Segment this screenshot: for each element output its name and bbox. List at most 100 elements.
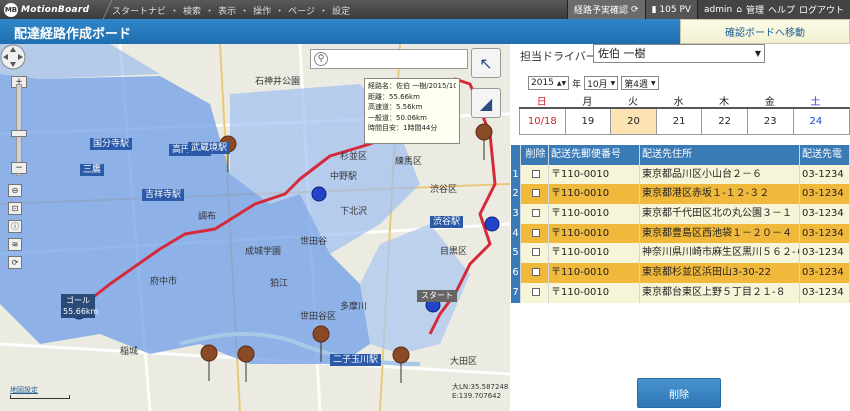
title-bar: 配達経路作成ボード bbox=[0, 19, 680, 44]
divider bbox=[91, 0, 113, 19]
map-label: 二子玉川駅 bbox=[330, 354, 382, 366]
menu-start-navi[interactable]: スタートナビ bbox=[112, 4, 166, 17]
route-check-label: 経路予実確認 bbox=[574, 6, 629, 16]
delete-checkbox[interactable] bbox=[531, 248, 540, 257]
map-label: 武蔵境駅 bbox=[188, 142, 231, 154]
route-tooltip: 経路名：佐伯 一樹/2015/10/20 距離：55.66km 高速道：5.56… bbox=[364, 78, 460, 144]
link-admin[interactable]: 管理 bbox=[746, 3, 764, 16]
info-icon[interactable]: ⓘ bbox=[8, 220, 22, 233]
menu-operation[interactable]: 操作 bbox=[253, 4, 271, 17]
link-logout[interactable]: ログアウト bbox=[799, 3, 844, 16]
map-label: 三鷹 bbox=[80, 164, 105, 176]
week-days: 10/18 19 20 21 22 23 24 bbox=[519, 107, 850, 135]
map-search-input[interactable]: ⚲ bbox=[310, 49, 468, 69]
day-cell[interactable]: 19 bbox=[564, 109, 611, 134]
tooltip-time: 時間目安：1時間44分 bbox=[368, 124, 438, 133]
zoom-out-button[interactable]: − bbox=[11, 162, 27, 174]
month-select[interactable]: 10月 ▼ bbox=[584, 76, 619, 90]
day-cell[interactable]: 21 bbox=[655, 109, 702, 134]
coordinates: 大LN:35.587248 E:139.707642 bbox=[452, 383, 509, 400]
user-name[interactable]: admin bbox=[704, 5, 732, 15]
pv-icon: ▮ bbox=[651, 4, 657, 15]
menu-page[interactable]: ページ bbox=[288, 4, 315, 17]
chevron-down-icon: ▼ bbox=[754, 49, 761, 58]
tooltip-highway: 高速道：5.56km bbox=[368, 103, 423, 112]
zoom-slider-handle[interactable] bbox=[11, 130, 27, 137]
map-label: 国分寺駅 bbox=[90, 138, 133, 150]
pv-counter: ▮ 105 PV bbox=[644, 0, 698, 19]
map-label: 杉並区 bbox=[340, 152, 368, 162]
table-row[interactable]: 5 〒110-0010 神奈川県川崎市麻生区黒川５６２-６ 03-1234 bbox=[511, 243, 850, 264]
map-label: 稲城 bbox=[120, 347, 139, 357]
table-row[interactable]: 4 〒110-0010 東京都豊島区西池袋１－２０－４ 03-1234 bbox=[511, 223, 850, 244]
home-icon[interactable]: ⌂ bbox=[736, 5, 742, 15]
week-select[interactable]: 第4週 ▼ bbox=[621, 76, 659, 90]
top-bar: MB MotionBoard スタートナビ・ 検索・ 表示・ 操作・ ページ・ … bbox=[0, 0, 850, 19]
weekday-header: 日 月 火 水 木 金 土 bbox=[536, 97, 821, 108]
delete-checkbox[interactable] bbox=[531, 169, 540, 178]
minus-circle-icon[interactable]: ⊖ bbox=[8, 184, 22, 197]
driver-label: 担当ドライバー bbox=[520, 50, 597, 63]
map-label: 下北沢 bbox=[340, 207, 368, 217]
map-label: 目黒区 bbox=[440, 247, 468, 257]
col-zip: 配送先郵便番号 bbox=[549, 145, 640, 165]
table-row[interactable]: 7 〒110-0010 東京都台東区上野５丁目２１-８ 03-1234 bbox=[511, 282, 850, 303]
table-row[interactable]: 3 〒110-0010 東京都千代田区北の丸公園３－１ 03-1234 bbox=[511, 204, 850, 224]
spinner-icon: ▲▼ bbox=[556, 79, 567, 87]
delivery-table: 削除 配送先郵便番号 配送先住所 配送先電 1 〒110-0010 東京都品川区… bbox=[511, 145, 850, 303]
draw-pointer-button[interactable]: ↖ bbox=[471, 48, 501, 78]
logo-badge: MB bbox=[4, 2, 18, 17]
delete-checkbox[interactable] bbox=[531, 228, 540, 237]
map-label: 大田区 bbox=[450, 357, 478, 367]
tooltip-general: 一般道：50.06km bbox=[368, 113, 427, 122]
link-help[interactable]: ヘルプ bbox=[768, 3, 795, 16]
day-cell-selected[interactable]: 20 bbox=[610, 109, 656, 134]
year-select[interactable]: 2015 ▲▼ bbox=[528, 76, 570, 90]
measure-button[interactable]: ◢ bbox=[471, 88, 501, 118]
user-menu: admin ⌂ 管理 ヘルプ ログアウト bbox=[697, 0, 850, 19]
triangle-ruler-icon: ◢ bbox=[479, 93, 493, 113]
table-row[interactable]: 2 〒110-0010 東京都港区赤坂１-１２-３２ 03-1234 bbox=[511, 184, 850, 205]
logo: MB MotionBoard bbox=[4, 2, 89, 17]
table-row[interactable]: 6 〒110-0010 東京都杉並区浜田山3-30-22 03-1234 bbox=[511, 263, 850, 283]
map-label: 多摩川 bbox=[340, 302, 368, 312]
tooltip-distance: 距離：55.66km bbox=[368, 92, 420, 101]
layers-icon[interactable]: ≋ bbox=[8, 238, 22, 251]
map-label: 吉祥寺駅 bbox=[142, 189, 185, 201]
map-settings-link[interactable]: 地図設定 bbox=[10, 385, 38, 395]
chevron-down-icon: ▼ bbox=[650, 79, 656, 87]
select-area-icon[interactable]: ⊡ bbox=[8, 202, 22, 215]
top-right: 経路予実確認 ⟳ ▮ 105 PV admin ⌂ 管理 ヘルプ ログアウト bbox=[567, 0, 850, 19]
route-map[interactable]: 高円寺駅 武蔵境駅 国分寺駅 石神井公園 吉祥寺駅 中野駅 渋谷駅 世田谷 下北… bbox=[0, 44, 510, 411]
page-title: 配達経路作成ボード bbox=[14, 27, 132, 42]
delete-checkbox[interactable] bbox=[531, 209, 540, 218]
table-row[interactable]: 1 〒110-0010 東京都品川区小山台２－６ 03-1234 bbox=[511, 164, 850, 185]
pointer-icon: ↖ bbox=[479, 53, 493, 73]
map-label: 世田谷 bbox=[300, 237, 328, 247]
map-label: 府中市 bbox=[150, 277, 178, 287]
pan-control-icon[interactable] bbox=[0, 44, 26, 70]
refresh-icon: ⟳ bbox=[631, 4, 639, 15]
date-selector: 2015 ▲▼ 年 10月 ▼ 第4週 ▼ bbox=[528, 76, 659, 90]
delete-checkbox[interactable] bbox=[531, 189, 540, 198]
delete-button[interactable]: 削除 bbox=[637, 378, 721, 408]
confirm-board-button[interactable]: 確認ボードへ移動 bbox=[680, 19, 850, 44]
driver-select[interactable]: 佐伯 一樹 ▼ bbox=[593, 44, 765, 63]
day-cell[interactable]: 24 bbox=[792, 109, 839, 134]
route-check-button[interactable]: 経路予実確認 ⟳ bbox=[567, 0, 645, 19]
delete-checkbox[interactable] bbox=[531, 287, 540, 296]
search-icon[interactable]: ⚲ bbox=[314, 52, 328, 66]
day-cell[interactable]: 23 bbox=[746, 109, 793, 134]
day-cell[interactable]: 22 bbox=[701, 109, 747, 134]
chevron-down-icon: ▼ bbox=[610, 79, 616, 87]
menu-settings[interactable]: 設定 bbox=[332, 4, 350, 17]
col-address: 配送先住所 bbox=[640, 145, 800, 165]
day-cell[interactable]: 10/18 bbox=[519, 109, 565, 134]
driver-value: 佐伯 一樹 bbox=[598, 47, 646, 60]
menu-search[interactable]: 検索 bbox=[183, 4, 201, 17]
goal-label: ゴール 55.66km bbox=[61, 294, 99, 318]
week-calendar: 日 月 火 水 木 金 土 10/18 19 20 21 22 23 24 bbox=[519, 93, 850, 135]
menu-view[interactable]: 表示 bbox=[218, 4, 236, 17]
delete-checkbox[interactable] bbox=[531, 268, 540, 277]
refresh-map-icon[interactable]: ⟳ bbox=[8, 256, 22, 269]
